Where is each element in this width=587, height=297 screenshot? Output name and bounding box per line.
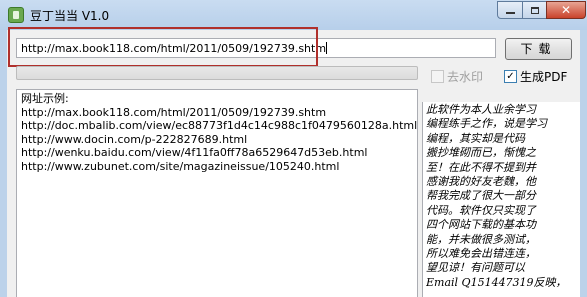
url-examples-box[interactable]: 网址示例: http://max.book118.com/html/2011/0… xyxy=(16,89,418,297)
notes-line: 感谢我的好友老魏，他 xyxy=(426,175,536,189)
minimize-button[interactable] xyxy=(497,1,523,19)
title-bar[interactable]: 豆丁当当 V1.0 ✕ xyxy=(0,0,587,30)
notes-line: 至！在此不得不提到并 xyxy=(426,160,536,174)
client-area: http://max.book118.com/html/2011/0509/19… xyxy=(7,27,580,297)
example-url: http://www.zubunet.com/site/magazineissu… xyxy=(21,159,340,173)
download-button[interactable]: 下载 xyxy=(505,38,572,60)
checkmark-icon: ✓ xyxy=(506,70,515,82)
about-notes-box[interactable]: 此软件为本人业余学习 编程练手之作，说是学习 编程，其实却是代码 搬抄堆砌而已，… xyxy=(422,102,580,297)
notes-line: 此软件为本人业余学习 xyxy=(426,103,536,116)
pdf-checkbox-label: 生成PDF xyxy=(520,70,568,84)
notes-line: 编程，其实却是代码 xyxy=(426,131,525,145)
app-icon xyxy=(8,7,24,23)
watermark-checkbox-label: 去水印 xyxy=(447,70,484,84)
notes-line: 望见谅！有问题可以 xyxy=(426,261,525,275)
notes-line: 所以难免会出错连连， xyxy=(426,247,536,261)
example-url: http://max.book118.com/html/2011/0509/19… xyxy=(21,105,327,119)
notes-line: 能，并未做很多测试， xyxy=(426,232,536,246)
minimize-icon xyxy=(505,12,515,14)
notes-line: 搬抄堆砌而已，惭愧之 xyxy=(426,146,536,160)
notes-line: 编程练手之作，说是学习 xyxy=(426,117,547,131)
url-input[interactable]: http://max.book118.com/html/2011/0509/19… xyxy=(16,38,496,58)
watermark-checkbox-box xyxy=(431,70,444,83)
notes-line: 四个网站下载的基本功 xyxy=(426,218,536,232)
pdf-checkbox-box: ✓ xyxy=(504,70,517,83)
examples-heading: 网址示例: xyxy=(21,92,69,105)
maximize-button[interactable] xyxy=(522,1,547,19)
example-url: http://www.docin.com/p-222827689.html xyxy=(21,132,248,146)
example-url: http://wenku.baidu.com/view/4f11fa0ff78a… xyxy=(21,146,368,159)
example-url: http://doc.mbalib.com/view/ec88773f1d4c1… xyxy=(21,119,418,132)
notes-line: 帮我完成了很大一部分 xyxy=(426,189,536,203)
close-icon: ✕ xyxy=(560,3,572,17)
close-button[interactable]: ✕ xyxy=(546,1,586,19)
notes-line: Email Q151447319反映， xyxy=(426,275,567,289)
watermark-checkbox[interactable]: 去水印 xyxy=(431,68,483,85)
maximize-icon xyxy=(530,6,539,14)
app-window: 豆丁当当 V1.0 ✕ http://max.book118.com/html/… xyxy=(0,0,587,297)
pdf-checkbox[interactable]: ✓ 生成PDF xyxy=(504,68,567,85)
progress-bar xyxy=(16,66,418,80)
window-title: 豆丁当当 V1.0 xyxy=(30,9,110,23)
text-caret xyxy=(326,42,328,54)
url-input-value: http://max.book118.com/html/2011/0509/19… xyxy=(21,42,327,55)
notes-line: 代码。软件仅只实现了 xyxy=(426,203,536,217)
